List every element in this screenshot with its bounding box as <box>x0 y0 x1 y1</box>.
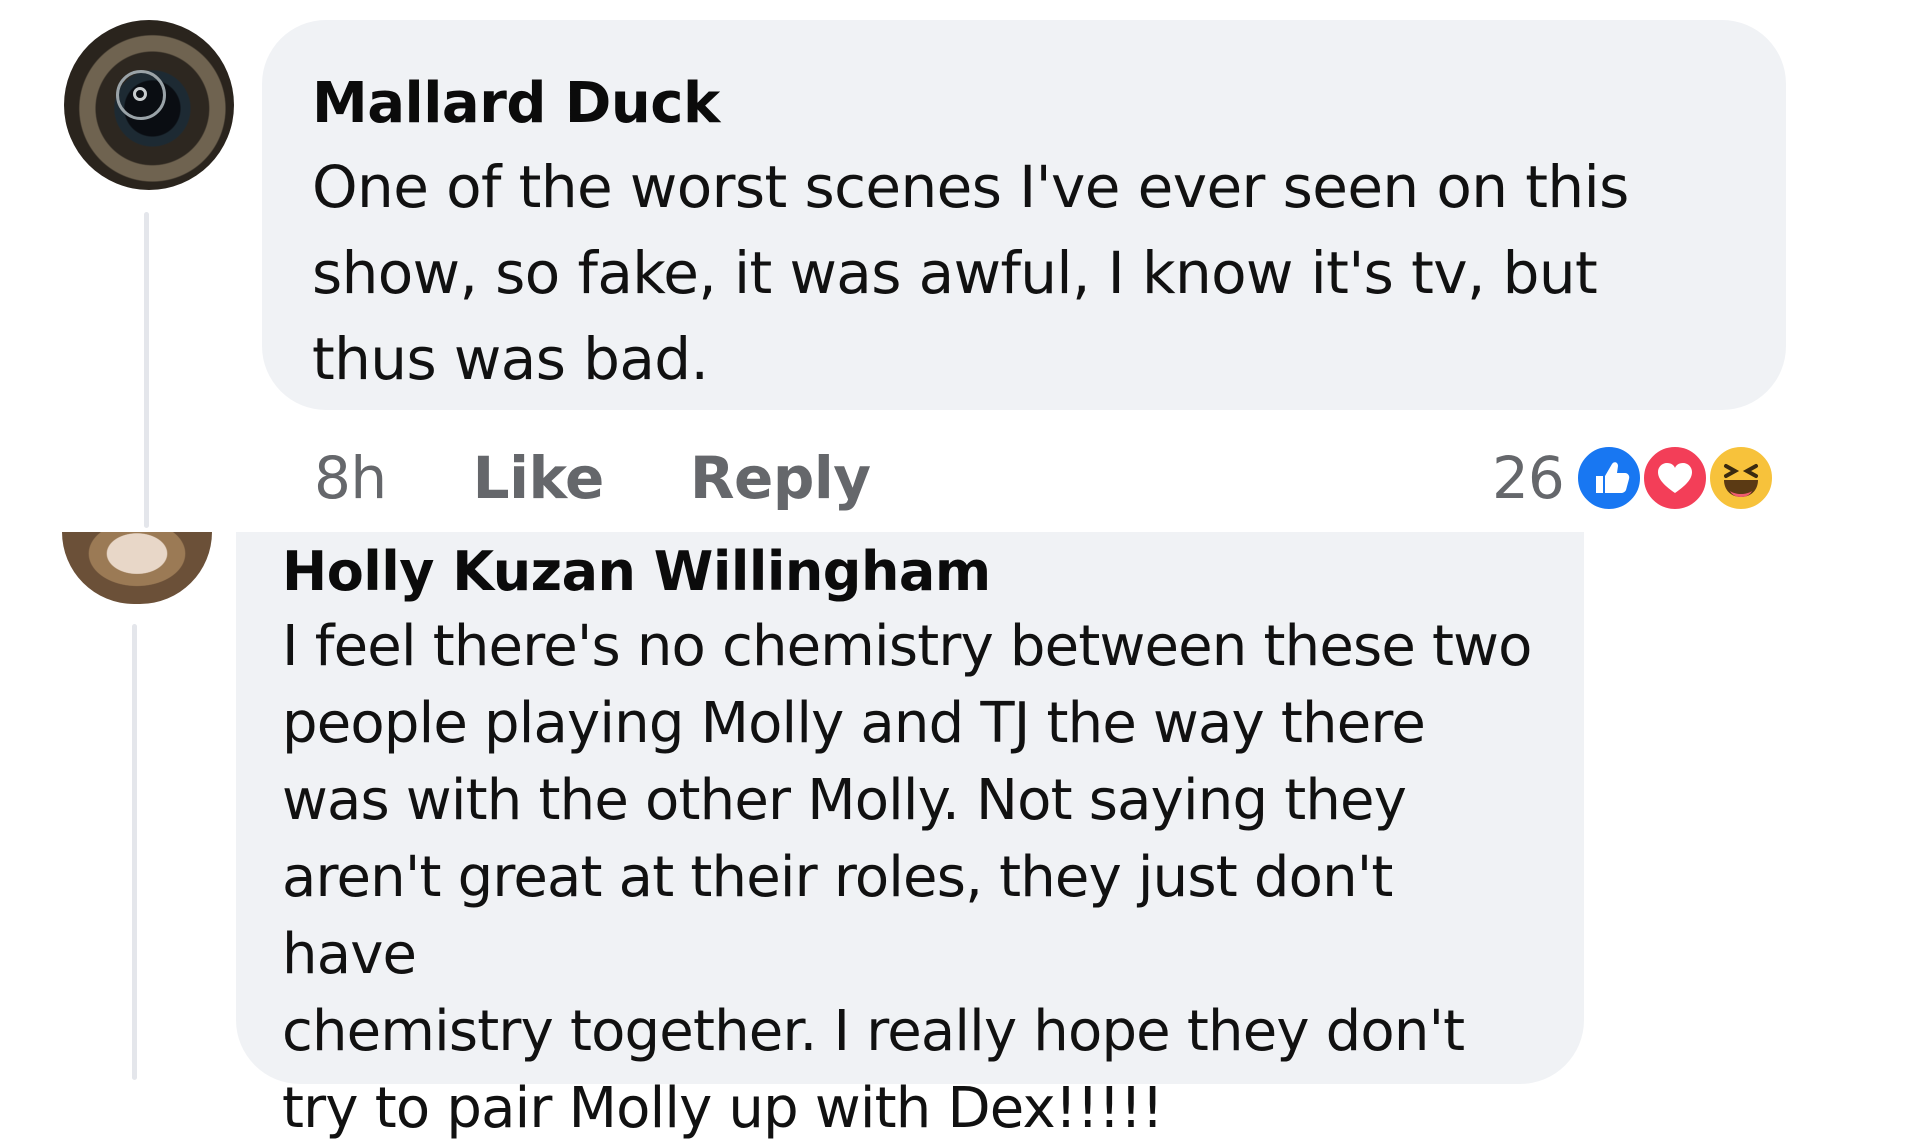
comment-line: I feel there's no chemistry between thes… <box>282 614 1532 679</box>
like-icon <box>1573 443 1644 513</box>
like-button[interactable]: Like <box>473 444 605 512</box>
comment-author[interactable]: Mallard Duck <box>312 64 1736 144</box>
comment-line: show, so fake, it was awful, I know it's… <box>312 239 1598 307</box>
avatar-mallard-duck[interactable] <box>64 20 234 190</box>
comment-line: One of the worst scenes I've ever seen o… <box>312 153 1629 221</box>
comment-line: people playing Molly and TJ the way ther… <box>282 691 1426 756</box>
comment-bubble: Holly Kuzan Willingham I feel there's no… <box>236 532 1584 1141</box>
thread-line <box>132 624 137 1080</box>
avatar-holly-kuzan-willingham[interactable] <box>62 532 212 604</box>
comment-bubble: Mallard Duck One of the worst scenes I'v… <box>262 20 1786 410</box>
haha-icon <box>1705 443 1776 513</box>
reaction-summary[interactable]: 26 <box>1492 438 1776 518</box>
eye-icon <box>116 70 166 120</box>
comment-actions: 8h Like Reply <box>314 438 957 518</box>
comment-author[interactable]: Holly Kuzan Willingham <box>282 536 1536 608</box>
comment-text: One of the worst scenes I've ever seen o… <box>312 144 1736 402</box>
reaction-count: 26 <box>1492 444 1565 512</box>
comment-line: try to pair Molly up with Dex!!!!! <box>282 1076 1164 1141</box>
comment-line: aren't great at their roles, they just d… <box>282 845 1393 987</box>
reply-button[interactable]: Reply <box>690 444 871 512</box>
comment-timestamp[interactable]: 8h <box>314 444 387 512</box>
comment-text: I feel there's no chemistry between thes… <box>282 608 1536 1147</box>
comment-line: chemistry together. I really hope they d… <box>282 999 1465 1064</box>
comment-line: thus was bad. <box>312 325 709 393</box>
comment-line: was with the other Molly. Not saying the… <box>282 768 1407 833</box>
love-icon <box>1639 443 1710 513</box>
thread-line <box>144 212 149 528</box>
